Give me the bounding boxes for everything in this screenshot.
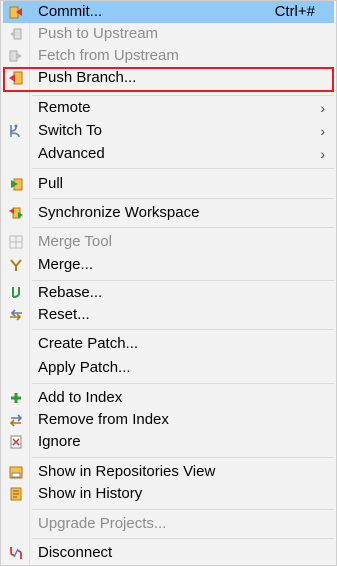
menu-item-show-in-history[interactable]: Show in History xyxy=(3,483,334,505)
menu-item-push-branch[interactable]: Push Branch... xyxy=(3,67,334,92)
context-menu: Commit... Ctrl+# Push to Upstream Fetch … xyxy=(0,0,337,566)
menu-item-switch-to[interactable]: Switch To › xyxy=(3,120,334,142)
submenu-arrow-icon: › xyxy=(320,100,325,116)
rebase-icon xyxy=(12,287,20,298)
submenu-arrow-icon: › xyxy=(320,123,325,139)
menu-item-create-patch[interactable]: Create Patch... xyxy=(3,333,334,355)
rebase-label: Rebase... xyxy=(38,284,103,301)
menu-item-merge[interactable]: Merge... xyxy=(3,254,334,276)
menu-item-reset[interactable]: Reset... xyxy=(3,304,334,326)
menu-item-synchronize-workspace[interactable]: Synchronize Workspace xyxy=(3,202,334,224)
separator xyxy=(32,280,334,281)
menu-item-pull[interactable]: Pull xyxy=(3,173,334,195)
pull-label: Pull xyxy=(38,175,64,192)
merge-icon xyxy=(10,259,22,271)
apply-patch-label: Apply Patch... xyxy=(38,359,131,376)
add-icon xyxy=(11,393,21,403)
pull-icon xyxy=(11,178,23,191)
remove-from-index-icon xyxy=(9,414,23,427)
push-upstream-icon xyxy=(10,28,22,40)
commit-label: Commit... xyxy=(38,3,103,20)
separator xyxy=(32,329,334,330)
add-to-index-label: Add to Index xyxy=(38,389,123,406)
menu-item-remove-from-index[interactable]: Remove from Index xyxy=(3,409,334,431)
advanced-label: Advanced xyxy=(38,145,105,162)
merge-label: Merge... xyxy=(38,256,94,273)
git-repository-icon xyxy=(9,466,23,479)
menu-item-apply-patch[interactable]: Apply Patch... xyxy=(3,357,334,379)
menu-item-fetch-from-upstream[interactable]: Fetch from Upstream xyxy=(3,45,334,67)
menu-item-show-in-repositories-view[interactable]: Show in Repositories View xyxy=(3,461,334,483)
reset-icon xyxy=(10,309,22,321)
upgrade-projects-label: Upgrade Projects... xyxy=(38,515,167,532)
separator xyxy=(32,509,334,510)
separator xyxy=(32,168,334,169)
push-branch-icon xyxy=(9,71,23,85)
fetch-from-upstream-label: Fetch from Upstream xyxy=(38,47,179,64)
separator xyxy=(32,538,334,539)
merge-tool-label: Merge Tool xyxy=(38,233,112,250)
menu-item-add-to-index[interactable]: Add to Index xyxy=(3,387,334,409)
menu-item-commit[interactable]: Commit... Ctrl+# xyxy=(3,1,334,23)
push-to-upstream-label: Push to Upstream xyxy=(38,25,159,42)
commit-icon xyxy=(9,6,22,19)
merge-tool-icon xyxy=(9,235,23,249)
create-patch-label: Create Patch... xyxy=(38,335,139,352)
show-in-history-label: Show in History xyxy=(38,485,143,502)
menu-item-rebase[interactable]: Rebase... xyxy=(3,282,334,304)
fetch-upstream-icon xyxy=(9,50,22,62)
show-in-repositories-view-label: Show in Repositories View xyxy=(38,463,216,480)
switch-branch-icon xyxy=(10,124,20,138)
menu-item-ignore[interactable]: Ignore xyxy=(3,431,334,453)
separator xyxy=(32,95,334,96)
history-icon xyxy=(10,487,22,501)
menu-item-merge-tool[interactable]: Merge Tool xyxy=(3,231,334,253)
synchronize-workspace-label: Synchronize Workspace xyxy=(38,204,200,221)
submenu-arrow-icon: › xyxy=(320,146,325,162)
separator xyxy=(32,198,334,199)
synchronize-icon xyxy=(9,207,23,219)
ignore-icon xyxy=(10,435,22,449)
menu-item-upgrade-projects[interactable]: Upgrade Projects... xyxy=(3,513,334,535)
separator xyxy=(32,227,334,228)
menu-item-advanced[interactable]: Advanced › xyxy=(3,143,334,165)
menu-item-remote[interactable]: Remote › xyxy=(3,97,334,119)
menu-item-disconnect[interactable]: Disconnect xyxy=(3,542,334,564)
separator xyxy=(32,457,334,458)
disconnect-icon xyxy=(10,547,22,559)
disconnect-label: Disconnect xyxy=(38,544,113,561)
commit-shortcut: Ctrl+# xyxy=(274,3,315,20)
remove-from-index-label: Remove from Index xyxy=(38,411,169,428)
push-branch-label: Push Branch... xyxy=(38,69,137,86)
separator xyxy=(32,383,334,384)
switch-to-label: Switch To xyxy=(38,122,102,139)
remote-label: Remote xyxy=(38,99,91,116)
reset-label: Reset... xyxy=(38,306,90,323)
menu-item-push-to-upstream[interactable]: Push to Upstream xyxy=(3,23,334,45)
ignore-label: Ignore xyxy=(38,433,81,450)
